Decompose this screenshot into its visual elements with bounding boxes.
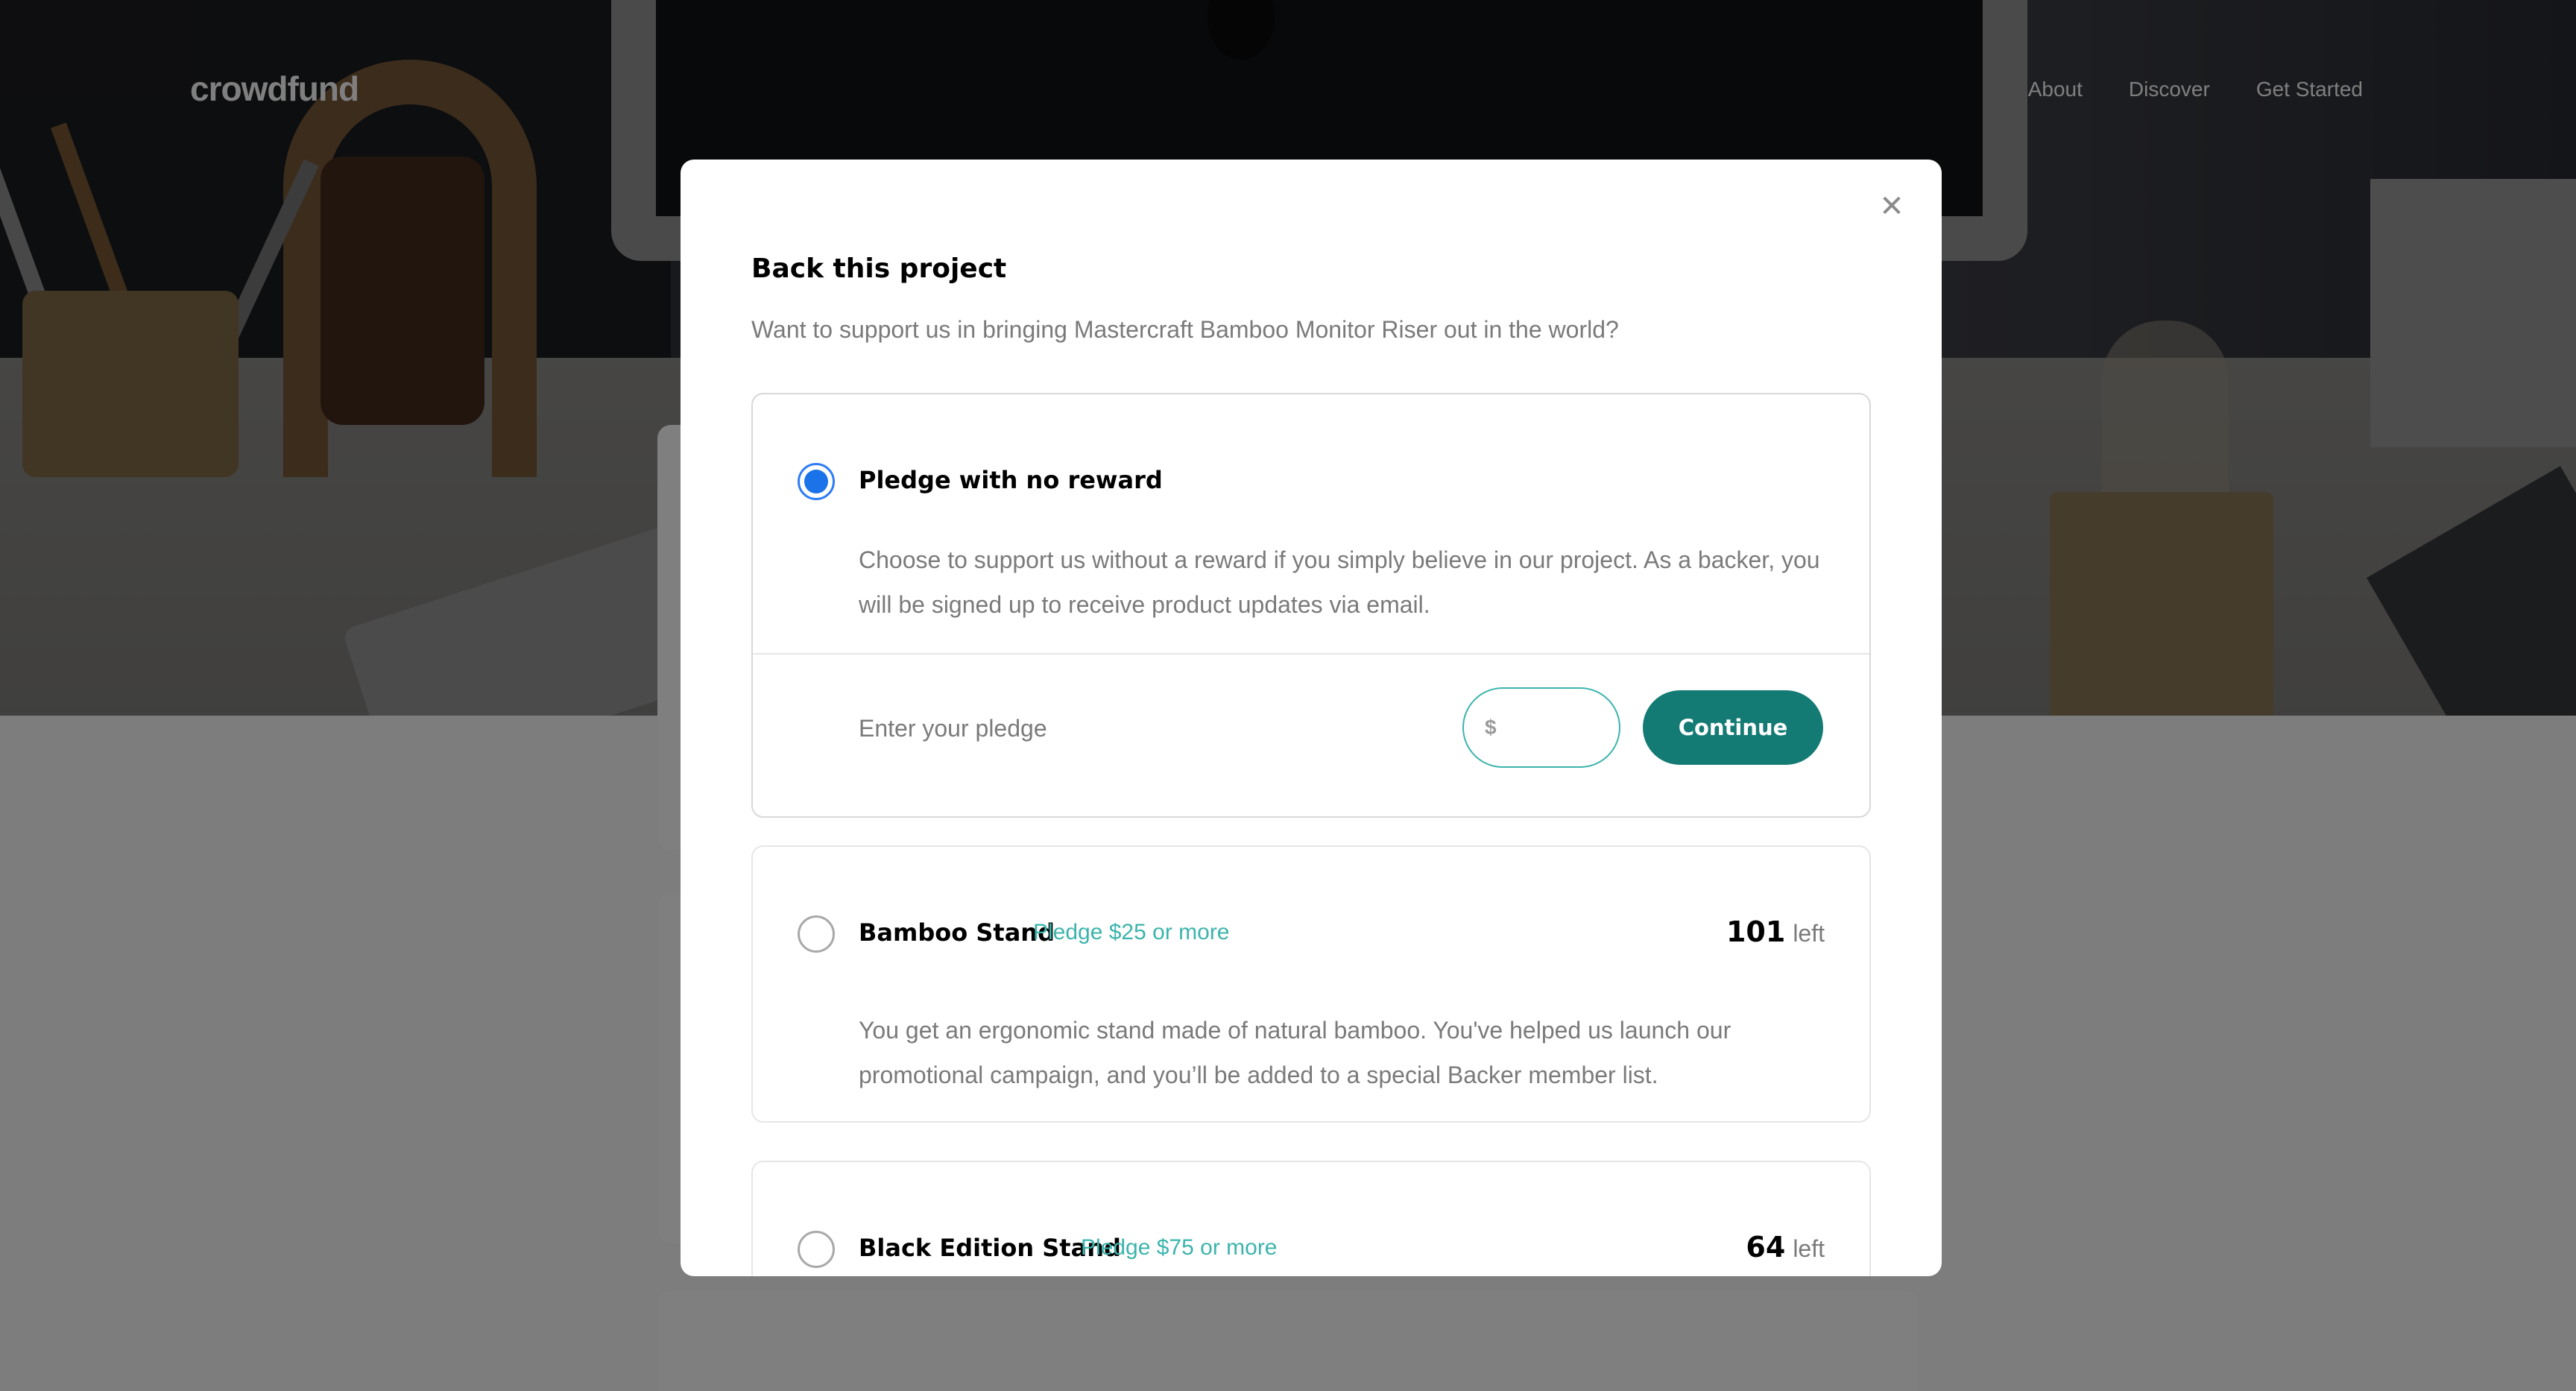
pledge-no-reward-radio[interactable]	[798, 463, 835, 500]
modal-subtitle: Want to support us in bringing Mastercra…	[751, 316, 1619, 343]
pledge-option-description: Choose to support us without a reward if…	[859, 546, 1820, 618]
pledge-option-name: Pledge with no reward	[859, 466, 1163, 494]
close-icon[interactable]: ✕	[1874, 189, 1910, 224]
continue-button[interactable]: Continue	[1643, 690, 1823, 765]
reward-remaining: 64 left	[1746, 1231, 1825, 1264]
reward-remaining-count: 101	[1726, 915, 1786, 948]
enter-pledge-label: Enter your pledge	[859, 715, 1047, 742]
pledge-option-black-edition[interactable]: Black Edition Stand Pledge $75 or more 6…	[751, 1161, 1871, 1276]
pledge-option-name: Bamboo Stand	[859, 918, 1055, 947]
reward-remaining: 101 left	[1726, 915, 1825, 948]
pledge-minimum-label: Pledge $75 or more	[1081, 1235, 1278, 1260]
reward-remaining-count: 64	[1746, 1231, 1786, 1264]
back-project-modal: Back this project Want to support us in …	[681, 160, 1942, 1276]
pledge-divider	[753, 653, 1869, 655]
pledge-amount-input[interactable]	[1506, 715, 1597, 740]
pledge-minimum-label: Pledge $25 or more	[1033, 920, 1230, 944]
reward-remaining-label: left	[1793, 1235, 1825, 1262]
pledge-option-description: You get an ergonomic stand made of natur…	[859, 1017, 1731, 1088]
reward-remaining-label: left	[1793, 920, 1825, 947]
currency-symbol: $	[1485, 716, 1497, 739]
pledge-option-bamboo-stand[interactable]: Bamboo Stand Pledge $25 or more 101 left…	[751, 845, 1871, 1123]
bamboo-stand-radio[interactable]	[798, 915, 835, 953]
black-edition-radio[interactable]	[798, 1231, 835, 1268]
modal-title: Back this project	[751, 253, 1007, 284]
pledge-amount-field[interactable]: $	[1462, 687, 1620, 768]
pledge-option-no-reward[interactable]: Pledge with no reward Choose to support …	[751, 393, 1871, 818]
